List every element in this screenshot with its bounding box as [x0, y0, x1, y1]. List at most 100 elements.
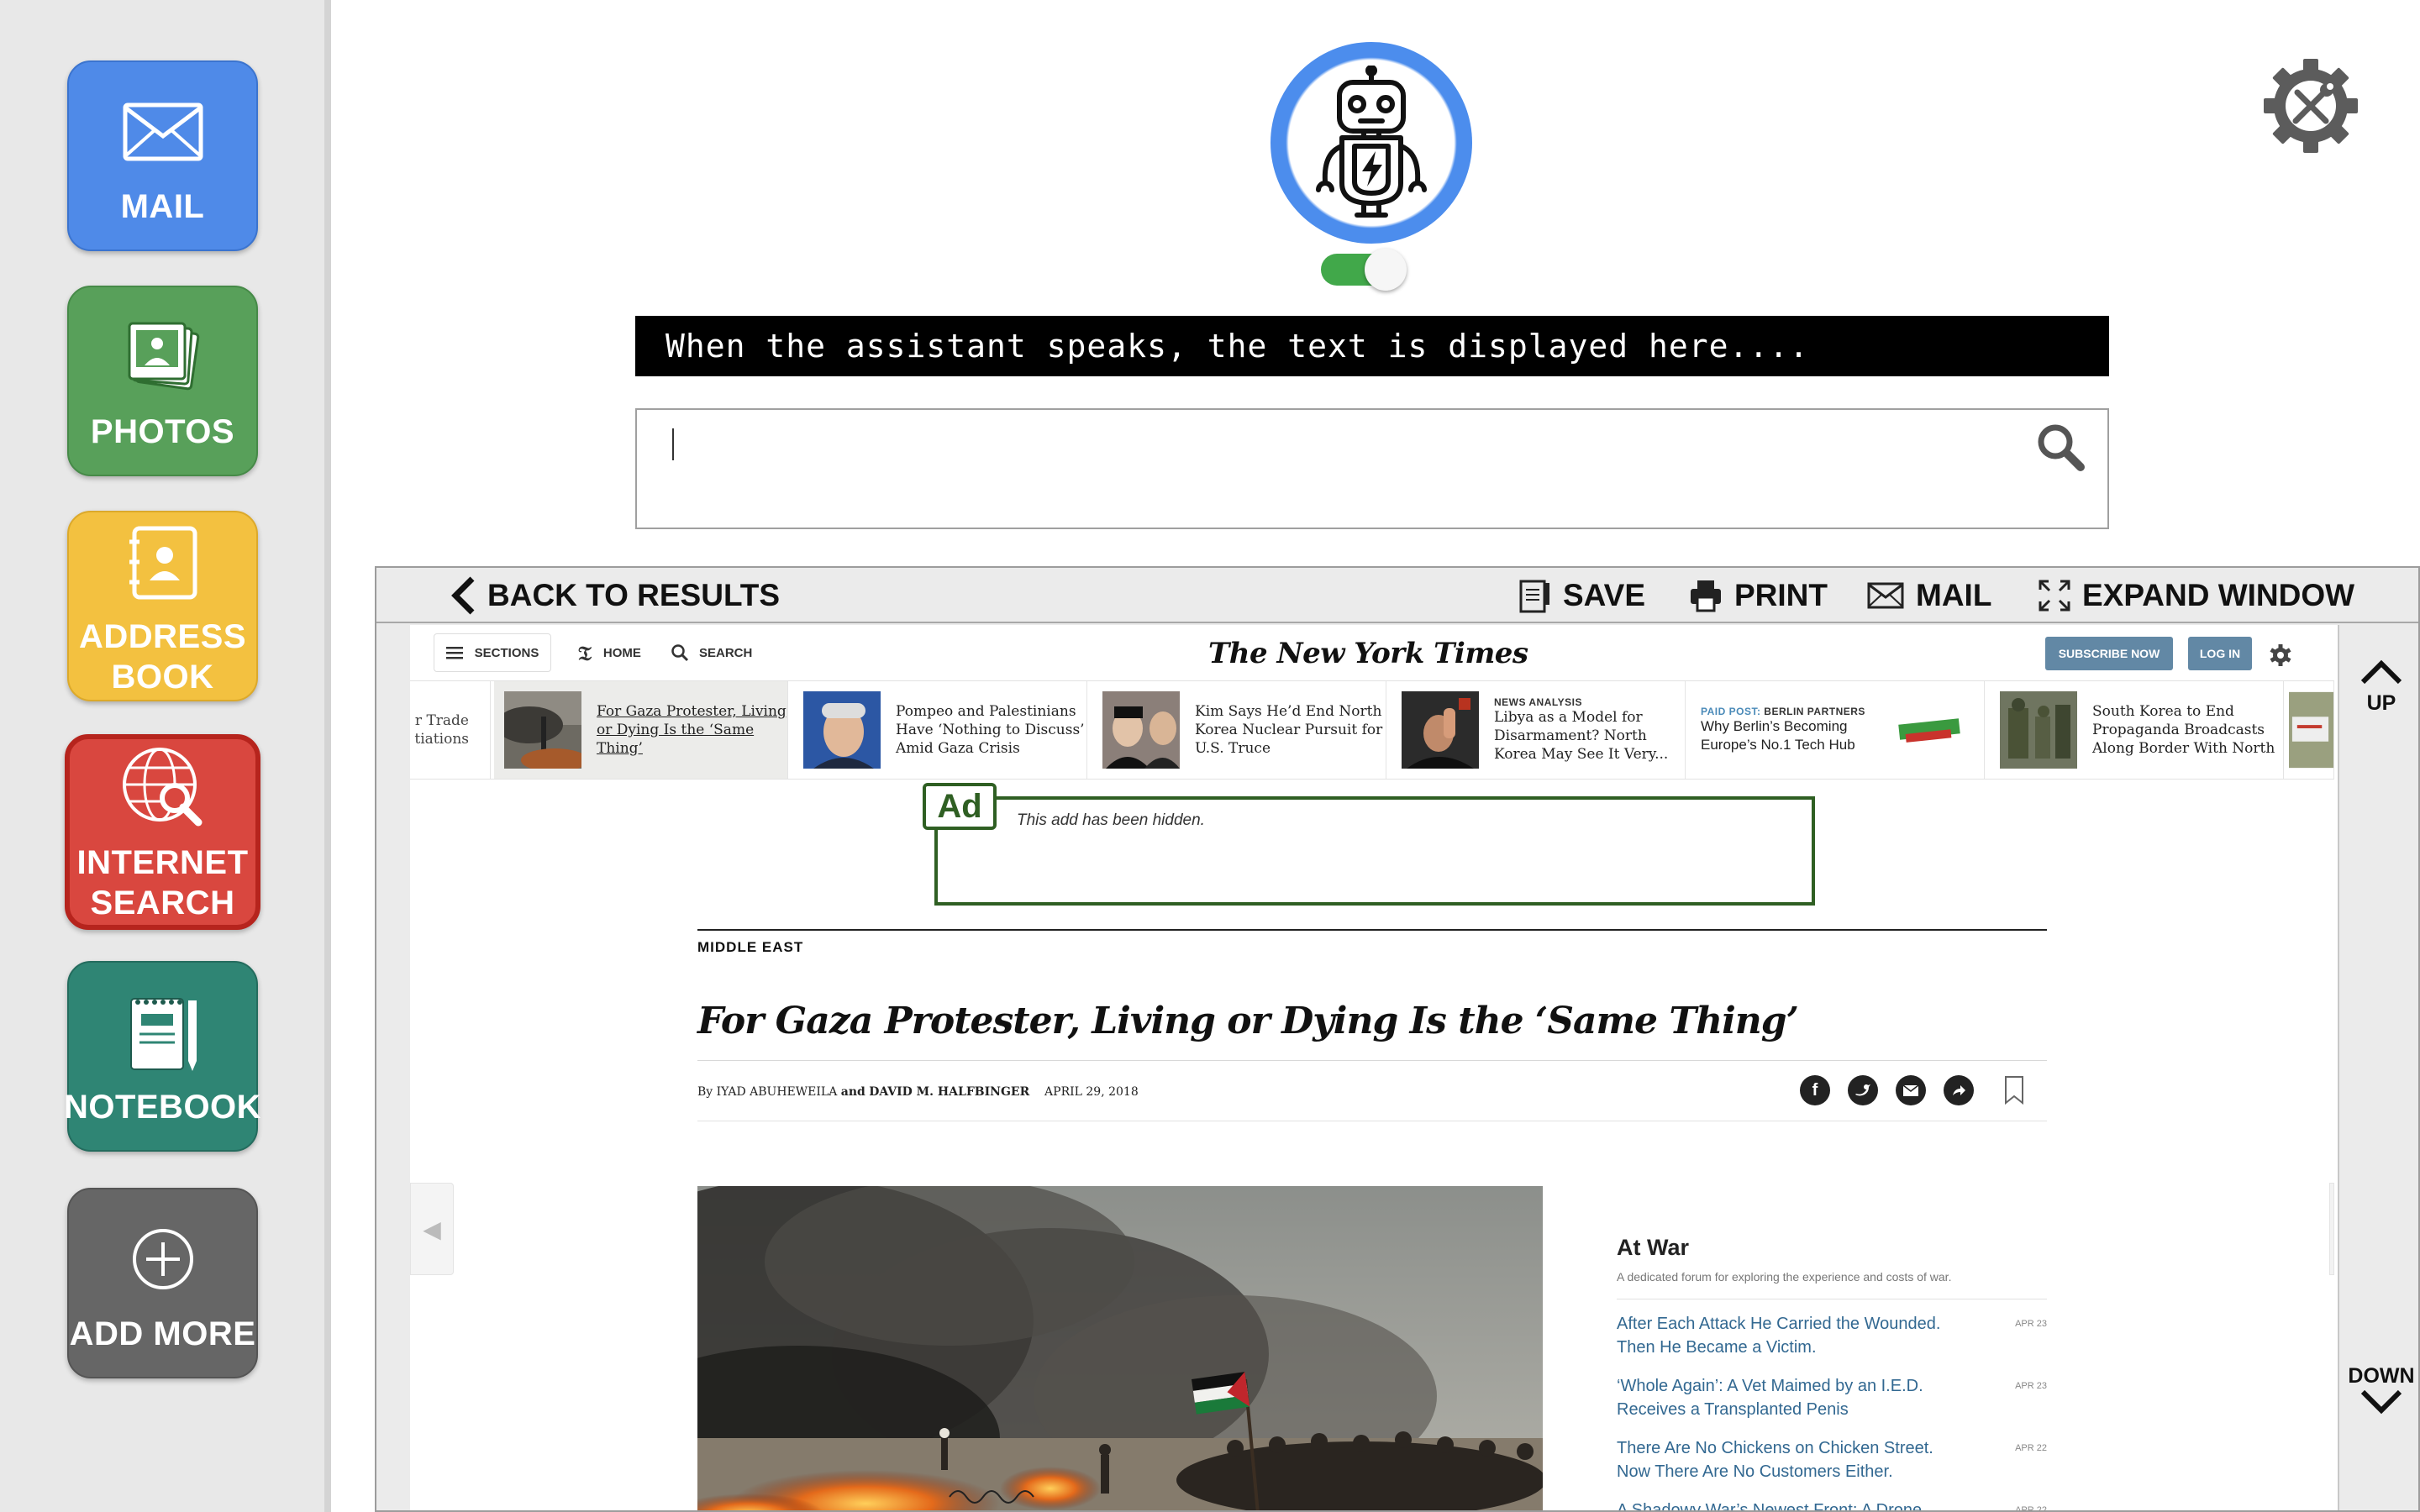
- byline-author[interactable]: DAVID M. HALFBINGER: [869, 1085, 1029, 1099]
- scroll-down-label: DOWN: [2348, 1364, 2415, 1388]
- ribbon-item-title: Kim Says He’d End North Korea Nuclear Pu…: [1195, 703, 1383, 757]
- assistant-avatar[interactable]: [1270, 42, 1472, 244]
- magnifier-icon[interactable]: [2032, 418, 2092, 479]
- login-button[interactable]: LOG IN: [2188, 637, 2252, 670]
- ribbon-item-title: For Gaza Protester, Living or Dying Is t…: [597, 703, 786, 757]
- expand-window-button[interactable]: EXPAND WINDOW: [2039, 568, 2354, 623]
- ribbon-item-sponsored[interactable]: PAID POST: BERLIN PARTNERS Why Berlin’s …: [1691, 681, 1985, 779]
- mail-button[interactable]: MAIL: [1867, 568, 1991, 623]
- byline-author[interactable]: IYAD ABUHEWEILA: [717, 1085, 838, 1099]
- plus-circle-icon: [117, 1213, 209, 1305]
- ribbon-item[interactable]: Kim Says He’d End North Korea Nuclear Pu…: [1092, 681, 1386, 779]
- back-to-results-label: BACK TO RESULTS: [487, 578, 781, 612]
- chevron-left-icon: [451, 576, 475, 615]
- save-button[interactable]: SAVE: [1518, 568, 1645, 623]
- twitter-icon[interactable]: [1848, 1075, 1878, 1105]
- ribbon-item-title: South Korea to End Propaganda Broadcasts…: [2092, 703, 2275, 757]
- assistant-toggle[interactable]: [1321, 249, 1407, 291]
- ad-hidden-message: This add has been hidden.: [1017, 811, 1205, 829]
- share-tools: f: [1800, 1075, 2025, 1105]
- save-label: SAVE: [1563, 578, 1646, 612]
- ribbon-item-active[interactable]: For Gaza Protester, Living or Dying Is t…: [494, 681, 788, 779]
- text-caret: [672, 428, 674, 460]
- section-kicker[interactable]: MIDDLE EAST: [697, 939, 803, 956]
- subscribe-button[interactable]: SUBSCRIBE NOW: [2045, 637, 2173, 670]
- article-headline: For Gaza Protester, Living or Dying Is t…: [697, 1000, 1799, 1042]
- assistant-search-input[interactable]: [667, 427, 1978, 467]
- address-book-app-button[interactable]: ADDRESS BOOK: [67, 511, 258, 701]
- ribbon-item[interactable]: Pompeo and Palestinians Have ‘Nothing to…: [793, 681, 1087, 779]
- scroll-up-label: UP: [2366, 691, 2396, 715]
- ribbon-item-title: Why Berlin’s Becoming Europe’s No.1 Tech…: [1701, 718, 1855, 753]
- print-button[interactable]: PRINT: [1689, 568, 1828, 623]
- share-arrow-icon[interactable]: [1944, 1075, 1974, 1105]
- byline-prefix: By: [697, 1085, 713, 1099]
- at-war-link[interactable]: There Are No Chickens on Chicken Street.…: [1617, 1436, 1970, 1483]
- mail-label: MAIL: [1916, 578, 1992, 612]
- viewer-toolbar: BACK TO RESULTS SAVE PRINT MAIL EXPAND W…: [376, 568, 2418, 623]
- ribbon-item-kicker: BERLIN PARTNERS: [1764, 706, 1865, 717]
- scroll-up-button[interactable]: UP: [2339, 659, 2418, 716]
- ribbon-thumbnail: [2289, 691, 2333, 769]
- previous-article-arrow[interactable]: ◀: [410, 1183, 454, 1275]
- article-byline: By IYAD ABUHEWEILA and DAVID M. HALFBING…: [697, 1085, 1139, 1099]
- ribbon-item[interactable]: NEWS ANALYSIS Libya as a Model for Disar…: [1392, 681, 1686, 779]
- home-link[interactable]: 𝔗 HOME: [578, 633, 641, 672]
- ribbon-item-title: Libya as a Model for Disarmament? North …: [1494, 709, 1669, 763]
- internet-search-app-button[interactable]: INTERNET SEARCH: [65, 734, 260, 930]
- add-more-app-button[interactable]: ADD MORE: [67, 1188, 258, 1378]
- gear-icon[interactable]: [2269, 643, 2292, 667]
- at-war-title[interactable]: At War: [1617, 1235, 1689, 1261]
- facebook-icon[interactable]: f: [1800, 1075, 1830, 1105]
- nyt-logo[interactable]: The New York Times: [1208, 628, 1528, 679]
- gear-tools-icon[interactable]: [2262, 57, 2360, 155]
- at-war-link[interactable]: ‘Whole Again’: A Vet Maimed by an I.E.D.…: [1617, 1374, 1970, 1421]
- photos-icon: [117, 311, 209, 403]
- search-label: SEARCH: [699, 645, 753, 660]
- ribbon-item-title: Pompeo and Palestinians Have ‘Nothing to…: [896, 703, 1085, 757]
- expand-icon: [2039, 580, 2070, 612]
- notebook-app-label: NOTEBOOK: [63, 1088, 262, 1126]
- notebook-icon: [117, 986, 209, 1079]
- nyt-search-button[interactable]: SEARCH: [671, 633, 752, 672]
- scroll-down-button[interactable]: DOWN: [2339, 1364, 2418, 1421]
- ribbon-item[interactable]: r Trade tiations: [410, 681, 491, 779]
- email-share-icon[interactable]: [1896, 1075, 1926, 1105]
- app-sidebar: MAIL PHOTOS ADDRESS BOOK INTERNET SEARCH: [0, 0, 331, 1512]
- print-label: PRINT: [1734, 578, 1828, 612]
- assistant-speech-display: When the assistant speaks, the text is d…: [635, 316, 2109, 376]
- back-to-results-button[interactable]: BACK TO RESULTS: [450, 568, 780, 623]
- sections-label: SECTIONS: [474, 645, 539, 660]
- web-page-frame: SECTIONS 𝔗 HOME SEARCH The New York Time…: [410, 625, 2376, 1510]
- assistant-search-box[interactable]: [635, 408, 2109, 529]
- ribbon-thumbnail: [504, 691, 581, 769]
- sponsor-logo-icon: [1898, 718, 1960, 743]
- internet-search-app-label: INTERNET SEARCH: [76, 843, 249, 921]
- article-hero-image: [697, 1186, 1543, 1510]
- envelope-icon: [1867, 582, 1904, 609]
- notebook-app-button[interactable]: NOTEBOOK: [63, 961, 262, 1152]
- hamburger-icon: [445, 647, 463, 659]
- web-viewer-window: BACK TO RESULTS SAVE PRINT MAIL EXPAND W…: [375, 566, 2420, 1512]
- article-top-rule: [697, 929, 2047, 931]
- ribbon-item[interactable]: [2289, 681, 2334, 779]
- add-more-app-label: ADD MORE: [69, 1315, 256, 1352]
- ribbon-thumbnail: [2000, 691, 2077, 769]
- mail-app-button[interactable]: MAIL: [67, 60, 258, 251]
- expand-window-label: EXPAND WINDOW: [2082, 578, 2355, 612]
- ribbon-thumbnail: [1402, 691, 1479, 769]
- globe-search-icon: [117, 742, 209, 834]
- chevron-down-icon: [2360, 1389, 2402, 1415]
- at-war-link[interactable]: A Shadowy War’s Newest Front: A Drone: [1617, 1499, 1970, 1510]
- at-war-link[interactable]: After Each Attack He Carried the Wounded…: [1617, 1312, 1970, 1359]
- byline-and: and: [840, 1085, 865, 1099]
- printer-icon: [1691, 580, 1721, 612]
- envelope-icon: [117, 86, 209, 178]
- robot-icon: [1316, 66, 1427, 218]
- ribbon-item[interactable]: South Korea to End Propaganda Broadcasts…: [1990, 681, 2284, 779]
- next-article-arrow[interactable]: [2329, 1183, 2334, 1275]
- sections-button[interactable]: SECTIONS: [434, 633, 551, 672]
- bookmark-icon[interactable]: [2003, 1075, 2025, 1105]
- photos-app-button[interactable]: PHOTOS: [67, 286, 258, 476]
- hidden-ad-box: This add has been hidden.: [934, 796, 1815, 906]
